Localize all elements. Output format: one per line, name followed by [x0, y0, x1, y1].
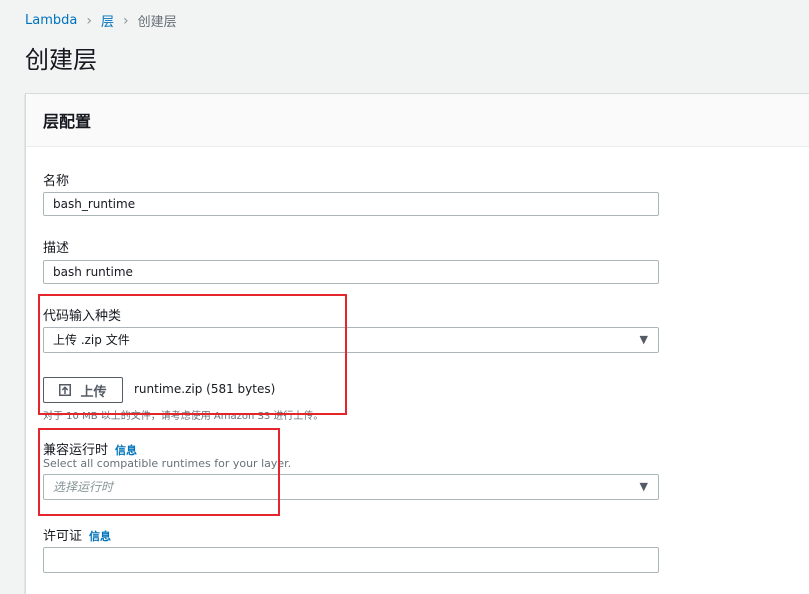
breadcrumb: Lambda › 层 › 创建层	[25, 11, 177, 31]
code-entry-select[interactable]: 上传 .zip 文件 ▼	[43, 327, 659, 353]
runtimes-label: 兼容运行时	[43, 443, 109, 458]
code-entry-selected: 上传 .zip 文件	[53, 333, 130, 347]
upload-button-label: 上传	[80, 384, 107, 400]
runtimes-label-row: 兼容运行时 信息	[43, 439, 137, 458]
panel-header: 层配置	[26, 94, 809, 147]
chevron-right-icon: ›	[86, 12, 92, 29]
layer-config-panel: 层配置 名称 bash_runtime 描述 bash runtime 代码输入…	[25, 93, 809, 594]
name-input[interactable]: bash_runtime	[43, 192, 659, 216]
name-label: 名称	[43, 174, 70, 189]
description-input[interactable]: bash runtime	[43, 260, 659, 284]
name-input-value: bash_runtime	[53, 197, 136, 211]
runtimes-info-link[interactable]: 信息	[115, 444, 137, 457]
upload-button[interactable]: 上传	[43, 377, 123, 403]
chevron-right-icon: ›	[122, 12, 129, 29]
upload-icon	[59, 384, 72, 396]
breadcrumb-lambda-link[interactable]: Lambda	[25, 13, 77, 28]
license-input[interactable]	[43, 547, 659, 573]
runtimes-description: Select all compatible runtimes for your …	[43, 457, 292, 470]
license-label-row: 许可证 信息	[43, 525, 111, 544]
description-label: 描述	[43, 241, 70, 256]
description-input-value: bash runtime	[53, 265, 133, 279]
runtimes-placeholder: 选择运行时	[53, 480, 114, 494]
uploaded-file-info: runtime.zip (581 bytes)	[134, 382, 276, 396]
runtimes-select[interactable]: 选择运行时 ▼	[43, 474, 659, 500]
caret-down-icon: ▼	[639, 480, 648, 493]
breadcrumb-layers-link[interactable]: 层	[101, 11, 114, 30]
upload-hint: 对于 10 MB 以上的文件，请考虑使用 Amazon S3 进行上传。	[43, 411, 324, 422]
breadcrumb-current: 创建层	[137, 15, 177, 30]
license-info-link[interactable]: 信息	[89, 530, 111, 543]
page-title: 创建层	[25, 46, 97, 74]
caret-down-icon: ▼	[639, 333, 648, 346]
license-label: 许可证	[43, 529, 83, 544]
panel-title: 层配置	[43, 112, 92, 131]
code-entry-label: 代码输入种类	[43, 309, 122, 324]
